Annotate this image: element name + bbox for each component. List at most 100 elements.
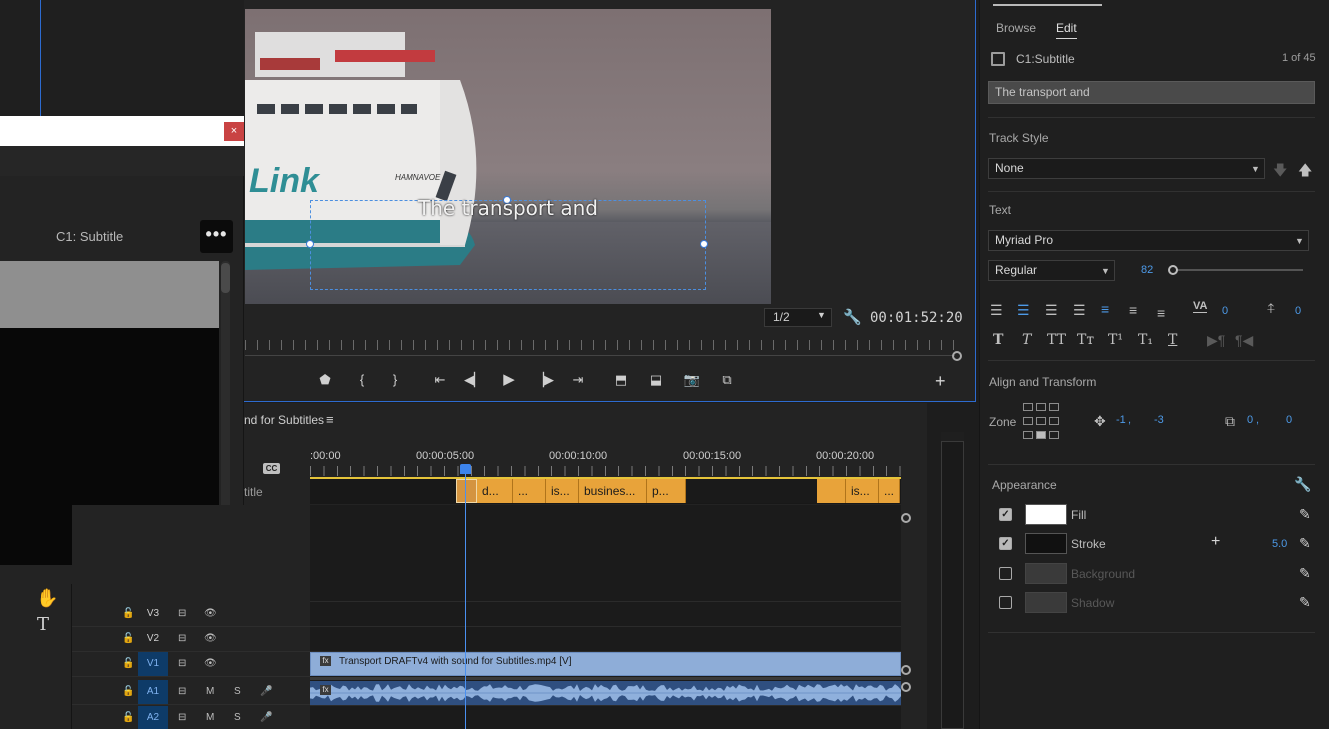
wrench-icon[interactable]: 🔧	[843, 308, 862, 326]
playhead-timecode[interactable]: 00:01:52:20	[870, 310, 963, 326]
button-editor-add-icon[interactable]: +	[935, 371, 946, 392]
subscript-icon[interactable]: T₁	[1138, 332, 1153, 348]
caption-list-scroll-thumb[interactable]	[221, 263, 230, 293]
push-style-up-icon[interactable]: 🡅	[1298, 160, 1312, 184]
step-back-icon[interactable]: ◀▏	[463, 372, 485, 388]
push-style-down-icon[interactable]: 🡇	[1273, 160, 1287, 184]
background-checkbox[interactable]	[999, 567, 1012, 580]
track-name[interactable]: V1	[138, 652, 168, 676]
extract-icon[interactable]: ⬓	[645, 372, 667, 388]
monitor-scrub-bar[interactable]	[245, 355, 955, 356]
playhead-line[interactable]	[465, 472, 466, 729]
more-options-button[interactable]: •••	[200, 220, 233, 253]
underline-icon[interactable]: T	[1168, 332, 1177, 348]
track-header-v1[interactable]: 🔓 V1 ⊟ 👁	[72, 652, 310, 677]
mute-button[interactable]: M	[206, 680, 214, 704]
wrench-icon[interactable]: 🔧	[1294, 476, 1311, 493]
dialog-close-button[interactable]: ×	[224, 122, 244, 141]
zone-cell[interactable]	[1049, 403, 1059, 411]
sync-lock-icon[interactable]: ⊟	[178, 602, 186, 626]
eye-icon[interactable]: 👁	[204, 602, 217, 626]
sequence-tab-name[interactable]: nd for Subtitles	[244, 413, 324, 427]
all-caps-icon[interactable]: TT	[1047, 332, 1066, 348]
stroke-checkbox[interactable]: ✓	[999, 537, 1012, 550]
leading-value[interactable]: 0	[1295, 305, 1301, 317]
sync-lock-icon[interactable]: ⊟	[178, 706, 186, 729]
faux-bold-icon[interactable]: T	[993, 332, 1003, 348]
comparison-view-icon[interactable]: ⧉	[716, 372, 738, 388]
position-y-value[interactable]: -3	[1154, 414, 1164, 426]
track-name[interactable]: V2	[138, 627, 168, 651]
go-to-out-icon[interactable]: ⇥	[567, 372, 589, 388]
hand-tool-icon[interactable]: ✋	[36, 588, 58, 609]
track-header-v2[interactable]: 🔓 V2 ⊟ 👁	[72, 627, 310, 652]
lift-icon[interactable]: ⬒	[610, 372, 632, 388]
caption-clip[interactable]: is...	[546, 479, 579, 503]
eye-icon[interactable]: 👁	[204, 652, 217, 676]
lock-icon[interactable]: 🔓	[122, 680, 134, 704]
align-right-icon[interactable]: ☰	[1045, 302, 1058, 319]
zone-cell-selected[interactable]	[1036, 431, 1046, 439]
sync-lock-icon[interactable]: ⊟	[178, 627, 186, 651]
microphone-icon[interactable]: 🎤	[260, 706, 272, 729]
timeline-zoom-handle[interactable]	[901, 513, 911, 523]
go-to-in-icon[interactable]: ⇤	[429, 372, 451, 388]
stroke-color-swatch[interactable]	[1025, 533, 1067, 554]
solo-button[interactable]: S	[234, 706, 241, 729]
track-name[interactable]: V3	[138, 602, 168, 626]
shadow-color-swatch[interactable]	[1025, 592, 1067, 613]
zone-cell[interactable]	[1023, 417, 1033, 425]
vertical-align-bottom-icon[interactable]: ≡	[1157, 305, 1165, 321]
track-name[interactable]: A2	[138, 706, 168, 729]
subtitle-overlay-text[interactable]: The transport and	[310, 196, 706, 220]
shadow-checkbox[interactable]	[999, 596, 1012, 609]
tracking-value[interactable]: 0	[1222, 305, 1228, 317]
eyedropper-icon[interactable]: ✎	[1299, 506, 1311, 523]
zoom-handle[interactable]	[952, 351, 962, 361]
mark-in-icon[interactable]: {	[351, 372, 373, 387]
caption-clip-selected[interactable]	[456, 479, 477, 503]
zone-cell[interactable]	[1023, 431, 1033, 439]
lock-icon[interactable]: 🔓	[122, 652, 134, 676]
zone-cell[interactable]	[1049, 431, 1059, 439]
add-stroke-icon[interactable]: +	[1211, 533, 1220, 551]
step-forward-icon[interactable]: ▕▶	[533, 372, 555, 388]
add-marker-icon[interactable]: ⬟	[314, 372, 336, 388]
sync-lock-icon[interactable]: ⊟	[178, 680, 186, 704]
microphone-icon[interactable]: 🎤	[260, 680, 272, 704]
mark-out-icon[interactable]: }	[384, 372, 406, 387]
vertical-align-center-icon[interactable]: ≡	[1129, 302, 1137, 318]
anchor-y-value[interactable]: 0	[1286, 414, 1292, 426]
track-style-select[interactable]: None	[988, 158, 1265, 179]
closed-caption-icon[interactable]: CC	[263, 463, 280, 474]
track-header-a1[interactable]: 🔓 A1 ⊟ M S 🎤	[72, 680, 310, 705]
small-caps-icon[interactable]: Tт	[1077, 332, 1094, 348]
caption-clip[interactable]	[817, 479, 846, 503]
tab-browse[interactable]: Browse	[996, 21, 1036, 35]
ltr-text-icon[interactable]: ▶¶	[1207, 332, 1225, 349]
zone-cell[interactable]	[1036, 417, 1046, 425]
zone-cell[interactable]	[1036, 403, 1046, 411]
export-frame-icon[interactable]: 📷	[681, 372, 703, 388]
eye-icon[interactable]: 👁	[204, 627, 217, 651]
justify-icon[interactable]: ☰	[1073, 302, 1086, 319]
faux-italic-icon[interactable]: T	[1022, 332, 1031, 348]
anchor-x-value[interactable]: 0	[1247, 414, 1253, 426]
caption-text-input[interactable]: The transport and	[988, 81, 1315, 104]
zone-cell[interactable]	[1049, 417, 1059, 425]
zone-grid[interactable]	[1023, 403, 1061, 441]
font-size-slider-knob[interactable]	[1168, 265, 1178, 275]
caption-clip[interactable]: d...	[477, 479, 513, 503]
playhead-handle[interactable]	[460, 464, 471, 474]
font-family-select[interactable]: Myriad Pro	[988, 230, 1309, 251]
font-size-value[interactable]: 82	[1141, 264, 1153, 276]
mute-button[interactable]: M	[206, 706, 214, 729]
stroke-width-value[interactable]: 5.0	[1272, 538, 1287, 550]
tab-edit[interactable]: Edit	[1056, 21, 1077, 39]
solo-button[interactable]: S	[234, 680, 241, 704]
rtl-text-icon[interactable]: ¶◀	[1235, 332, 1253, 349]
track-name[interactable]: A1	[138, 680, 168, 704]
eyedropper-icon[interactable]: ✎	[1299, 594, 1311, 611]
timeline-ruler[interactable]	[310, 466, 901, 476]
play-icon[interactable]: ▶	[498, 370, 520, 388]
